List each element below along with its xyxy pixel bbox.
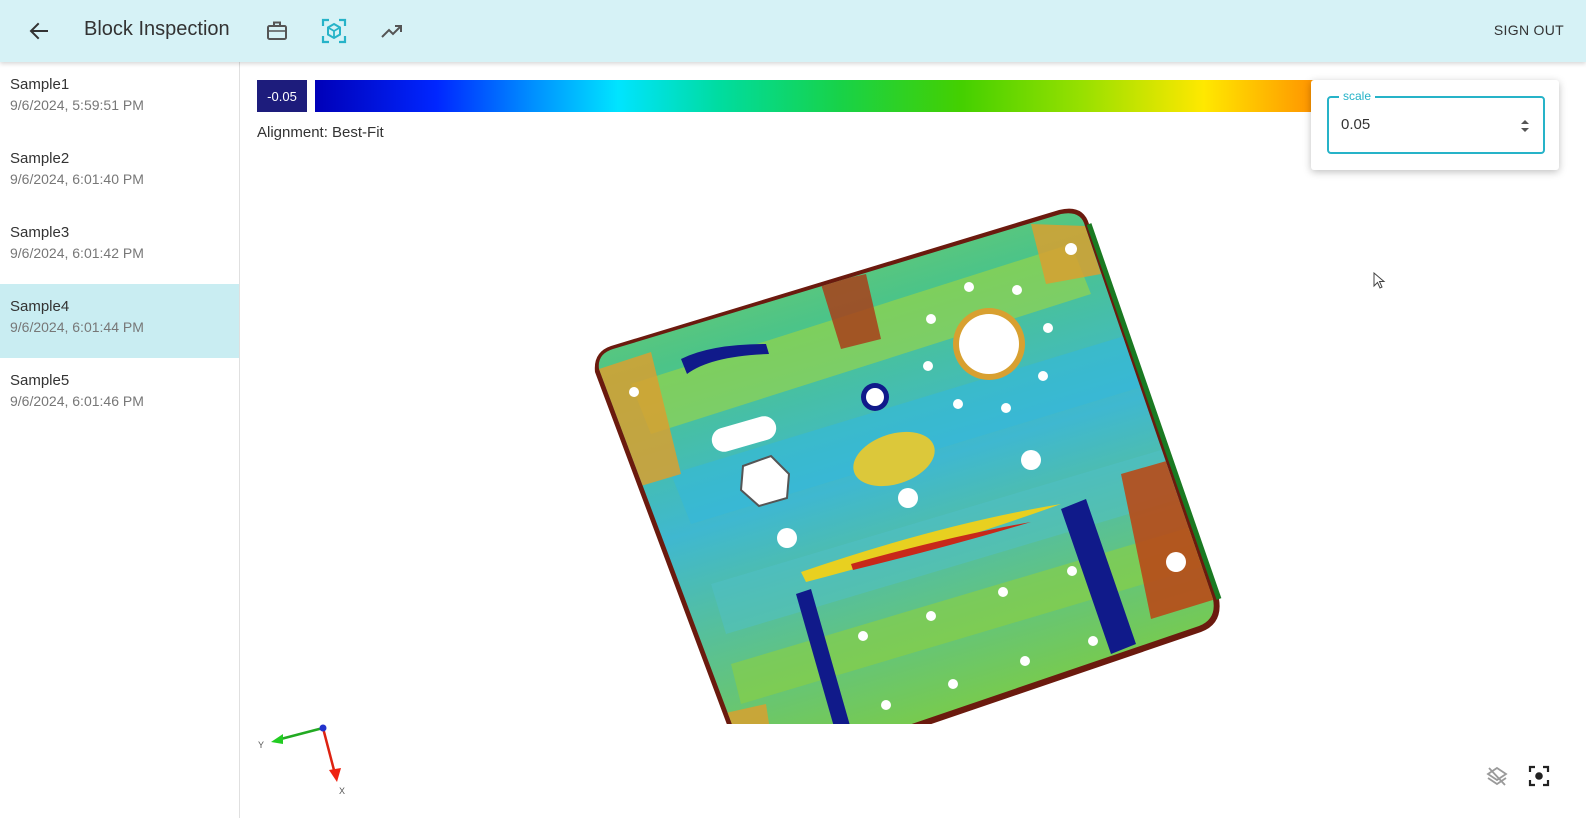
- alignment-label: Alignment: Best-Fit: [257, 124, 384, 141]
- briefcase-icon: [267, 21, 287, 40]
- sample-item-4[interactable]: Sample4 9/6/2024, 6:01:44 PM: [0, 284, 239, 358]
- deviation-viewer[interactable]: -0.05 Alignment: Best-Fit scale 0.05 Y X: [241, 62, 1586, 818]
- axis-y-label: Y: [258, 740, 264, 750]
- spinner-icon[interactable]: [1519, 116, 1531, 136]
- scale-field: scale: [1327, 89, 1545, 154]
- sample-name: Sample1: [10, 76, 70, 93]
- sample-list: Sample1 9/6/2024, 5:59:51 PM Sample2 9/6…: [0, 62, 240, 818]
- sample-item-2[interactable]: Sample2 9/6/2024, 6:01:40 PM: [0, 136, 239, 210]
- arrow-left-icon: [29, 22, 48, 40]
- sample-item-5[interactable]: Sample5 9/6/2024, 6:01:46 PM: [0, 358, 239, 432]
- scale-panel: scale: [1311, 80, 1559, 170]
- page-title: Block Inspection: [84, 18, 230, 40]
- toggle-layers-button[interactable]: [1483, 762, 1511, 790]
- scale-input[interactable]: [1341, 116, 1501, 133]
- trending-up-icon: [381, 25, 402, 38]
- top-app-bar: Block Inspection SIGN OUT: [0, 0, 1586, 62]
- sample-name: Sample2: [10, 150, 70, 167]
- scan-3d-icon: [321, 18, 347, 44]
- sample-timestamp: 9/6/2024, 5:59:51 PM: [10, 97, 144, 113]
- analytics-button[interactable]: [376, 15, 408, 47]
- sample-item-1[interactable]: Sample1 9/6/2024, 5:59:51 PM: [0, 62, 239, 136]
- sample-timestamp: 9/6/2024, 6:01:46 PM: [10, 393, 144, 409]
- fit-view-button[interactable]: [1525, 762, 1553, 790]
- scale-label: scale: [1339, 89, 1376, 103]
- sample-timestamp: 9/6/2024, 6:01:44 PM: [10, 319, 144, 335]
- sign-out-button[interactable]: SIGN OUT: [1494, 22, 1564, 38]
- sample-name: Sample5: [10, 372, 70, 389]
- sample-name: Sample4: [10, 298, 70, 315]
- scan-3d-button[interactable]: [318, 15, 350, 47]
- sample-timestamp: 9/6/2024, 6:01:42 PM: [10, 245, 144, 261]
- mouse-cursor-icon: [1373, 272, 1386, 289]
- briefcase-button[interactable]: [261, 15, 293, 47]
- part-deviation-model[interactable]: [591, 144, 1231, 724]
- colorbar-min-value: -0.05: [257, 80, 307, 112]
- deviation-colorbar: [315, 80, 1325, 112]
- sample-name: Sample3: [10, 224, 70, 241]
- axis-gizmo: Y X: [258, 724, 345, 796]
- sample-item-3[interactable]: Sample3 9/6/2024, 6:01:42 PM: [0, 210, 239, 284]
- focus-frame-icon: [1528, 765, 1550, 787]
- back-button[interactable]: [24, 16, 54, 46]
- axis-x-label: X: [339, 786, 345, 796]
- sample-timestamp: 9/6/2024, 6:01:40 PM: [10, 171, 144, 187]
- layers-off-icon: [1486, 766, 1508, 786]
